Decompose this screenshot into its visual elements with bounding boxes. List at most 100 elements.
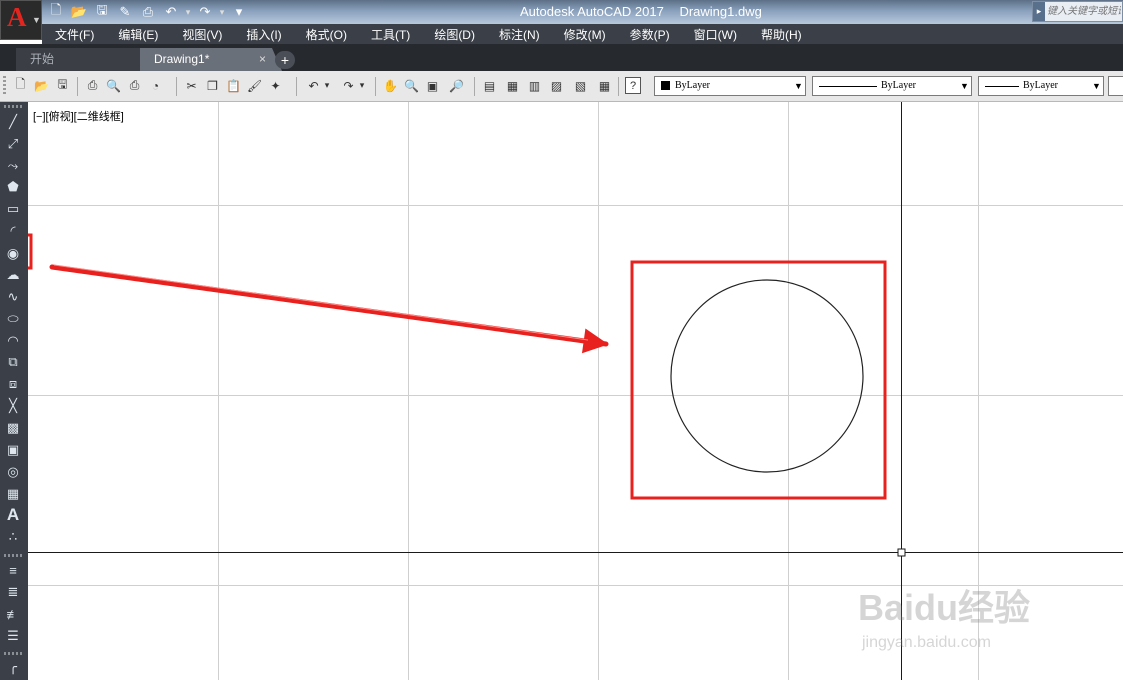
new-file-icon[interactable]: 🗋: [46, 2, 66, 21]
revision-cloud-icon[interactable]: ☁: [4, 266, 22, 284]
customize-qat-icon[interactable]: ▾: [229, 3, 249, 21]
undo-icon[interactable]: ↶: [161, 3, 181, 21]
menu-format[interactable]: 格式(O): [293, 26, 358, 43]
zoom-window-icon[interactable]: ▣: [424, 77, 441, 94]
sheet-set-icon[interactable]: ▨: [548, 77, 565, 94]
menu-tools[interactable]: 工具(T): [358, 26, 421, 43]
toolbar-grip[interactable]: [3, 76, 6, 96]
viewport-controls[interactable]: [−][俯视][二维线框]: [33, 108, 124, 124]
tab-drawing1[interactable]: Drawing1* ×: [140, 48, 282, 71]
application-menu-button[interactable]: A ▼: [0, 0, 42, 40]
add-selected-icon[interactable]: ∴: [4, 528, 22, 546]
linetype-control[interactable]: ByLayer ▼: [812, 76, 972, 96]
save-as-icon[interactable]: ✎: [115, 3, 135, 21]
chevron-down-icon[interactable]: ▼: [1090, 77, 1103, 95]
polygon-icon[interactable]: ⬟: [4, 178, 22, 196]
tool-palettes-icon[interactable]: ▥: [526, 77, 543, 94]
toolbar-grip[interactable]: [4, 105, 24, 108]
color-swatch: [661, 81, 670, 90]
new-tab-button[interactable]: +: [275, 51, 295, 69]
plot-style-control[interactable]: [1108, 76, 1123, 96]
menu-view[interactable]: 视图(V): [169, 26, 233, 43]
pan-icon[interactable]: ✋: [382, 77, 399, 94]
save-icon[interactable]: 🖫: [92, 2, 112, 21]
search-expand-icon[interactable]: ▸: [1033, 2, 1045, 21]
construction-line-icon[interactable]: ⤢: [4, 135, 22, 153]
layer-previous-icon[interactable]: ≢: [4, 605, 22, 623]
insert-block-icon[interactable]: ⧉: [4, 353, 22, 371]
undo-dropdown-icon[interactable]: ▾: [184, 7, 192, 18]
redo-icon[interactable]: ↷: [340, 77, 357, 94]
undo-icon[interactable]: ↶: [305, 77, 322, 94]
cut-icon[interactable]: ✂: [183, 77, 200, 94]
circle-icon[interactable]: ◉: [4, 244, 22, 262]
close-icon[interactable]: ×: [259, 48, 266, 71]
design-center-icon[interactable]: ▦: [504, 77, 521, 94]
publish-icon[interactable]: ⎙: [126, 77, 143, 94]
redo-dropdown-icon[interactable]: ▾: [357, 77, 367, 94]
zoom-realtime-icon[interactable]: 🔍: [403, 77, 420, 94]
copy-icon[interactable]: ❐: [204, 77, 221, 94]
save-icon[interactable]: 🖫: [54, 77, 71, 94]
search-input[interactable]: [1047, 3, 1121, 19]
line-icon[interactable]: ╱: [4, 113, 22, 131]
undo-dropdown-icon[interactable]: ▾: [322, 77, 332, 94]
menu-file[interactable]: 文件(F): [42, 26, 105, 43]
multiline-text-icon[interactable]: A: [4, 505, 22, 524]
paste-icon[interactable]: 📋: [225, 77, 242, 94]
3d-print-icon[interactable]: ◔: [147, 77, 164, 94]
zoom-previous-icon[interactable]: 🔎: [448, 77, 465, 94]
redo-dropdown-icon[interactable]: ▾: [218, 7, 226, 18]
drawn-circle[interactable]: [670, 279, 864, 473]
gradient-icon[interactable]: ▣: [4, 441, 22, 459]
new-icon[interactable]: 🗋: [12, 77, 29, 94]
open-icon[interactable]: 📂: [33, 77, 50, 94]
open-file-icon[interactable]: 📂: [69, 3, 89, 21]
menu-dimension[interactable]: 标注(N): [486, 26, 551, 43]
toolbar-grip[interactable]: [4, 554, 24, 557]
highlight-box-circle: [630, 260, 887, 500]
layer-state-icon[interactable]: ≣: [4, 583, 22, 601]
ellipse-arc-icon[interactable]: ◠: [4, 332, 22, 350]
point-icon[interactable]: ╳: [4, 397, 22, 415]
table-icon[interactable]: ▦: [4, 485, 22, 503]
hatch-icon[interactable]: ▩: [4, 419, 22, 437]
chevron-down-icon[interactable]: ▼: [958, 77, 971, 95]
region-icon[interactable]: ◎: [4, 463, 22, 481]
menu-window[interactable]: 窗口(W): [681, 26, 748, 43]
color-control[interactable]: ByLayer ▼: [654, 76, 806, 96]
plot-preview-icon[interactable]: 🔍: [105, 77, 122, 94]
help-icon[interactable]: ?: [625, 77, 641, 94]
print-icon[interactable]: ⎙: [138, 3, 158, 21]
annotation-arrow-highlight: [53, 264, 589, 341]
toolbar-grip[interactable]: [4, 652, 24, 655]
redo-icon[interactable]: ↷: [195, 3, 215, 21]
menu-modify[interactable]: 修改(M): [551, 26, 617, 43]
menu-parametric[interactable]: 参数(P): [617, 26, 681, 43]
markup-icon[interactable]: ▧: [572, 77, 589, 94]
chevron-down-icon[interactable]: ▼: [792, 77, 805, 95]
menu-edit[interactable]: 编辑(E): [105, 26, 169, 43]
menu-insert[interactable]: 插入(I): [233, 26, 292, 43]
layer-isolate-icon[interactable]: ☰: [4, 627, 22, 645]
make-block-icon[interactable]: ⧈: [4, 375, 22, 393]
block-editor-icon[interactable]: ✦: [267, 77, 284, 94]
plot-icon[interactable]: ⎙: [84, 77, 101, 94]
lineweight-control[interactable]: ByLayer ▼: [978, 76, 1104, 96]
spline-icon[interactable]: ∿: [4, 288, 22, 306]
menu-help[interactable]: 帮助(H): [748, 26, 813, 43]
search-box[interactable]: ▸: [1032, 1, 1123, 22]
match-properties-icon[interactable]: 🖌: [246, 77, 263, 94]
menu-draw[interactable]: 绘图(D): [421, 26, 486, 43]
ellipse-icon[interactable]: ⬭: [4, 310, 22, 328]
tab-drawing1-label: Drawing1*: [154, 52, 210, 66]
layer-properties-icon[interactable]: ≡: [4, 561, 22, 579]
polyline-icon[interactable]: ⤳: [4, 157, 22, 175]
rectangle-icon[interactable]: ▭: [4, 200, 22, 218]
calculator-icon[interactable]: ▦: [596, 77, 613, 94]
properties-icon[interactable]: ▤: [481, 77, 498, 94]
modify-arc-icon[interactable]: ╭: [4, 658, 22, 676]
drawing-canvas[interactable]: Baidu经验 jingyan.baidu.com [−][俯视][二维线框]: [28, 102, 1123, 680]
arc-icon[interactable]: ◜: [4, 222, 22, 240]
tab-start[interactable]: 开始: [16, 48, 160, 71]
